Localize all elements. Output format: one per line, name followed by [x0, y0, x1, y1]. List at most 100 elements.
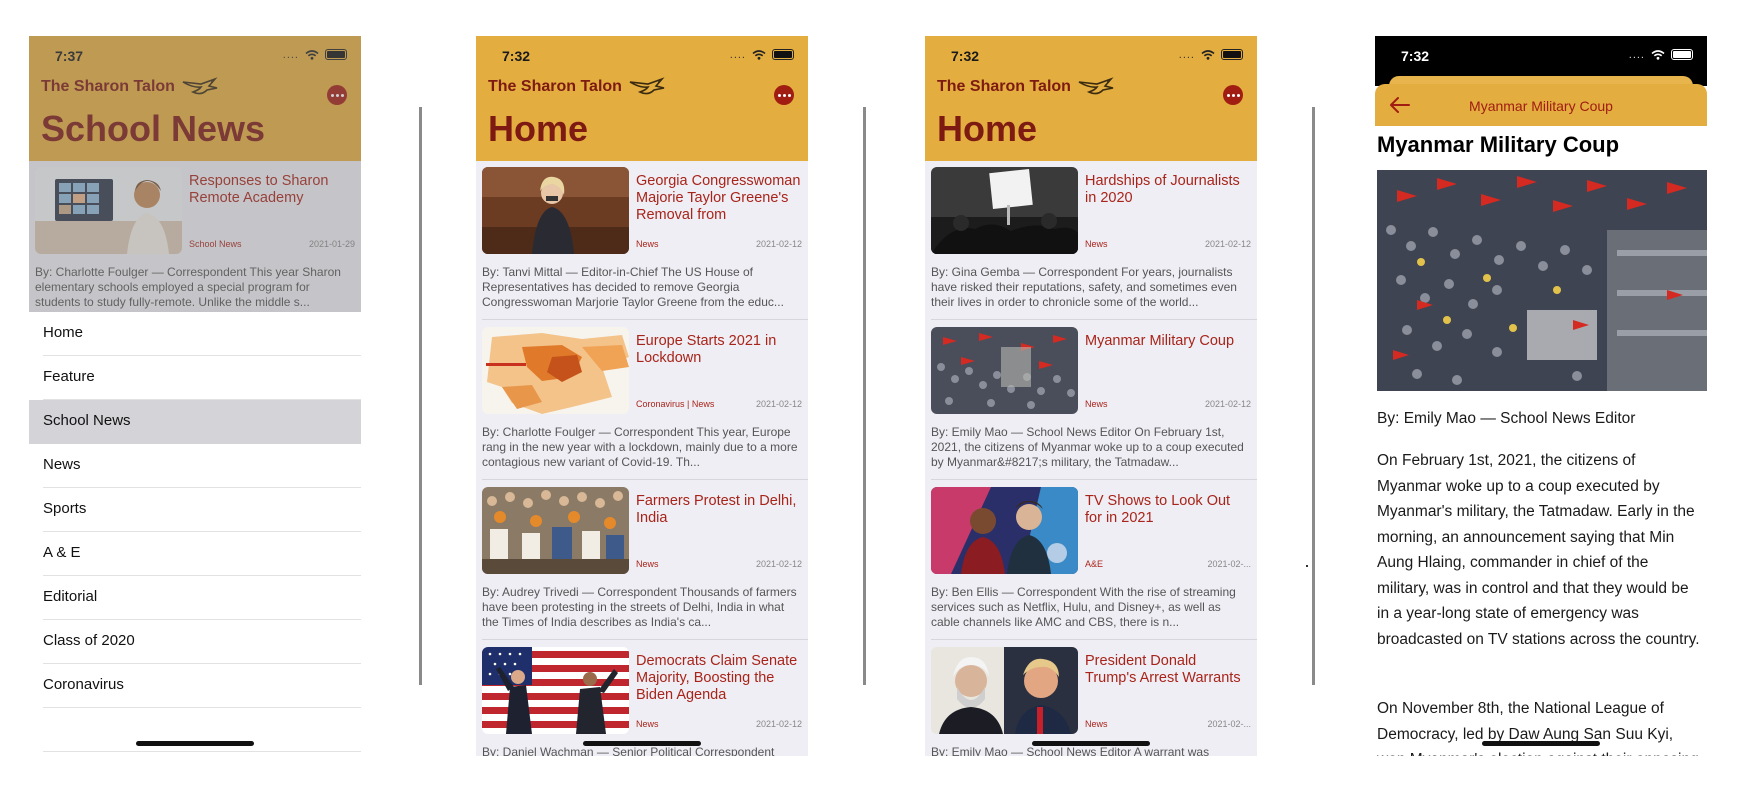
more-icon[interactable]	[1223, 85, 1243, 105]
wifi-icon	[1651, 49, 1665, 60]
article-headline: Europe Starts 2021 in Lockdown	[636, 333, 777, 366]
more-icon[interactable]	[774, 85, 794, 105]
menu-item-home[interactable]: Home	[29, 312, 361, 356]
article-thumbnail	[482, 327, 629, 414]
article-card[interactable]: Farmers Protest in Delhi, India News 202…	[476, 481, 808, 641]
article-headline: Democrats Claim Senate Majority, Boostin…	[636, 653, 798, 703]
screen-home-2: The Sharon Talon Home 7:32 .... Hardship…	[925, 36, 1257, 756]
screen-home-1: The Sharon Talon Home 7:32 .... Georgia …	[476, 36, 808, 756]
screen-menu: The Sharon Talon School News 7:37 .... R…	[29, 36, 361, 756]
status-bar: 7:32 ....	[925, 36, 1257, 72]
divider	[419, 107, 422, 685]
article-category[interactable]: News	[1085, 719, 1108, 729]
status-time: 7:32	[502, 48, 531, 64]
article-card[interactable]: Hardships of Journalists in 2020 News 20…	[925, 161, 1257, 321]
article-date: 2021-02-12	[755, 399, 802, 409]
article-excerpt: By: Emily Mao — School News Editor On Fe…	[931, 425, 1244, 469]
article-date: 2021-02-...	[1207, 719, 1251, 729]
article-category[interactable]: A&E	[1085, 559, 1103, 569]
page-title: Home	[937, 108, 1038, 149]
talon-logo-icon	[629, 77, 665, 95]
feed: Hardships of Journalists in 2020 News 20…	[925, 161, 1257, 756]
article-category[interactable]: News	[1085, 399, 1108, 409]
menu-item-editorial[interactable]: Editorial	[29, 576, 361, 620]
article-excerpt: By: Audrey Trivedi — Correspondent Thous…	[482, 585, 797, 629]
brand[interactable]: The Sharon Talon	[488, 76, 666, 98]
wifi-icon	[1201, 49, 1215, 60]
battery-icon	[1221, 49, 1243, 60]
menu-item-feature[interactable]: Feature	[29, 356, 361, 400]
menu-item-coronavirus[interactable]: Coronavirus	[29, 664, 361, 708]
article-date: 2021-02-12	[755, 559, 802, 569]
article-headline: Farmers Protest in Delhi, India	[636, 493, 797, 526]
menu-item-news[interactable]: News	[29, 444, 361, 488]
signal-icon: ....	[1178, 48, 1195, 61]
signal-icon: ....	[729, 48, 746, 61]
article-category[interactable]: News	[636, 719, 659, 729]
article-date: 2021-02-12	[755, 719, 802, 729]
menu-item-class-of-2020[interactable]: Class of 2020	[29, 620, 361, 664]
signal-icon: ....	[1628, 48, 1645, 61]
page-title: Home	[488, 108, 589, 149]
divider	[1312, 107, 1315, 685]
article-excerpt: By: Gina Gemba — Correspondent For years…	[931, 265, 1237, 309]
article-thumbnail	[482, 167, 629, 254]
feed: Georgia Congresswoman Majorie Taylor Gre…	[476, 161, 808, 756]
article-thumbnail	[931, 487, 1078, 574]
article-excerpt: By: Charlotte Foulger — Correspondent Th…	[482, 425, 798, 469]
article-category[interactable]: News	[1085, 239, 1108, 249]
divider	[863, 107, 866, 685]
screen-article-detail: 7:32 .... Myanmar Military Coup Myanmar …	[1375, 36, 1707, 756]
article-thumbnail	[931, 327, 1078, 414]
article-thumbnail	[931, 167, 1078, 254]
brand-name: The Sharon Talon	[488, 78, 622, 95]
article-date: 2021-02-12	[755, 239, 802, 249]
article-date: 2021-02-12	[1204, 239, 1251, 249]
article-card[interactable]: TV Shows to Look Out for in 2021 A&E 202…	[925, 481, 1257, 641]
battery-icon	[1671, 49, 1693, 60]
article-thumbnail	[931, 647, 1078, 734]
talon-logo-icon	[1078, 77, 1114, 95]
article-headline: Hardships of Journalists in 2020	[1085, 173, 1240, 206]
status-bar: 7:32 ....	[476, 36, 808, 72]
nav-title: Myanmar Military Coup	[1469, 98, 1613, 114]
home-indicator[interactable]	[136, 741, 254, 746]
side-menu: Home Feature School News News Sports A &…	[29, 312, 361, 756]
article-date: 2021-02-...	[1207, 559, 1251, 569]
brand-name: The Sharon Talon	[937, 78, 1071, 95]
article-card[interactable]: President Donald Trump's Arrest Warrants…	[925, 641, 1257, 756]
menu-item-a-and-e[interactable]: A & E	[29, 532, 361, 576]
article-excerpt: By: Daniel Wachman — Senior Political Co…	[482, 745, 775, 756]
article-excerpt: By: Ben Ellis — Correspondent With the r…	[931, 585, 1236, 629]
brand[interactable]: The Sharon Talon	[937, 76, 1115, 98]
wifi-icon	[752, 49, 766, 60]
article-thumbnail	[482, 487, 629, 574]
article-byline: By: Emily Mao — School News Editor	[1377, 410, 1636, 427]
article-card[interactable]: Democrats Claim Senate Majority, Boostin…	[476, 641, 808, 756]
home-indicator[interactable]	[1482, 741, 1600, 746]
menu-item-school-news[interactable]: School News	[29, 400, 361, 444]
dim-overlay[interactable]	[29, 36, 361, 312]
article-thumbnail	[482, 647, 629, 734]
article-photo	[1377, 170, 1707, 391]
article-category[interactable]: Coronavirus | News	[636, 399, 714, 409]
article-category[interactable]: News	[636, 239, 659, 249]
status-time: 7:32	[1401, 48, 1430, 64]
home-indicator[interactable]	[583, 741, 701, 746]
article-card[interactable]: Georgia Congresswoman Majorie Taylor Gre…	[476, 161, 808, 321]
article-headline: Myanmar Military Coup	[1085, 333, 1235, 349]
article-headline: Georgia Congresswoman Majorie Taylor Gre…	[636, 173, 801, 225]
article-card[interactable]: Europe Starts 2021 in Lockdown Coronavir…	[476, 321, 808, 481]
article-title: Myanmar Military Coup	[1377, 132, 1620, 157]
article-paragraph: On November 8th, the National League of …	[1377, 700, 1699, 756]
article-card[interactable]: Myanmar Military Coup News 2021-02-12 By…	[925, 321, 1257, 481]
article-category[interactable]: News	[636, 559, 659, 569]
status-time: 7:32	[951, 48, 980, 64]
nav-bar: Myanmar Military Coup	[1375, 84, 1707, 126]
article-excerpt: By: Tanvi Mittal — Editor-in-Chief The U…	[482, 265, 784, 309]
home-indicator[interactable]	[1032, 741, 1150, 746]
status-bar: 7:32 ....	[1375, 36, 1707, 72]
article-paragraph: On February 1st, 2021, the citizens of M…	[1377, 452, 1700, 648]
menu-item-sports[interactable]: Sports	[29, 488, 361, 532]
article-date: 2021-02-12	[1204, 399, 1251, 409]
